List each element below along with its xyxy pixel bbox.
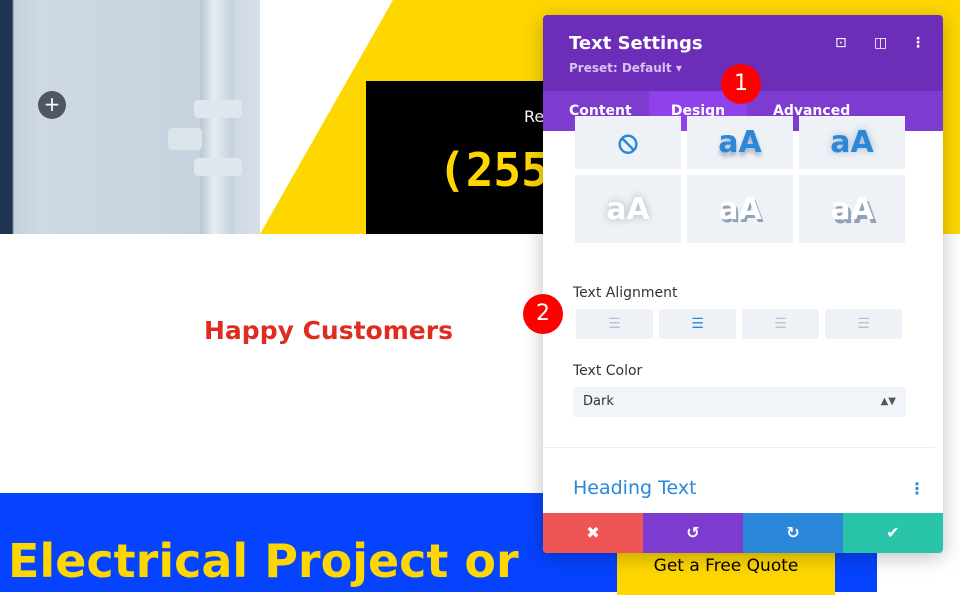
text-alignment-control: ☰ ☰ ☰ ☰ — [576, 309, 902, 339]
select-arrows-icon: ▲▼ — [880, 396, 896, 407]
panel-footer: ✖ ↺ ↻ ✔ — [543, 513, 943, 553]
split-view-icon[interactable]: ◫ — [874, 35, 887, 51]
shadow-option[interactable]: aA — [575, 175, 681, 243]
align-right-button[interactable]: ☰ — [742, 309, 819, 339]
section-more-icon[interactable]: ⋮ — [909, 479, 925, 498]
align-center-button[interactable]: ☰ — [659, 309, 736, 339]
text-color-select[interactable]: Dark ▲▼ — [573, 387, 906, 417]
redo-button[interactable]: ↻ — [743, 513, 843, 553]
background-photo — [0, 0, 260, 234]
happy-customers-heading: Happy Customers — [204, 316, 453, 345]
none-icon: ⦸ — [618, 125, 638, 160]
text-color-value: Dark — [583, 394, 614, 409]
shadow-option[interactable]: aA — [799, 116, 905, 169]
text-color-label: Text Color — [573, 363, 643, 379]
align-justify-button[interactable]: ☰ — [825, 309, 902, 339]
preset-dropdown[interactable]: Preset: Default ▾ — [569, 61, 682, 75]
align-left-button[interactable]: ☰ — [576, 309, 653, 339]
shadow-option[interactable]: aA — [687, 175, 793, 243]
step-badge-1: 1 — [721, 64, 761, 104]
pipe-joint — [194, 158, 242, 176]
cancel-button[interactable]: ✖ — [543, 513, 643, 553]
more-icon[interactable]: ⋮ — [911, 35, 925, 51]
divider — [543, 447, 935, 448]
step-badge-2: 2 — [523, 294, 563, 334]
project-heading: Electrical Project or — [8, 534, 519, 588]
pipe-joint — [194, 100, 242, 118]
text-alignment-label: Text Alignment — [573, 285, 678, 301]
shadow-option[interactable]: aA — [799, 175, 905, 243]
undo-button[interactable]: ↺ — [643, 513, 743, 553]
panel-title: Text Settings — [569, 33, 703, 54]
fullscreen-icon[interactable]: ⊡ — [835, 35, 847, 51]
save-button[interactable]: ✔ — [843, 513, 943, 553]
text-shadow-presets: ⦸ aA aA aA aA aA — [575, 116, 905, 243]
heading-text-section[interactable]: Heading Text — [573, 477, 697, 499]
add-module-button[interactable]: + — [38, 91, 66, 119]
contact-label: Re — [524, 107, 545, 126]
shadow-none-option[interactable]: ⦸ — [575, 116, 681, 169]
phone-number: (255 — [438, 143, 549, 197]
pipe-tee — [168, 128, 202, 150]
shadow-option[interactable]: aA — [687, 116, 793, 169]
contact-box: Re (255 — [366, 81, 566, 234]
